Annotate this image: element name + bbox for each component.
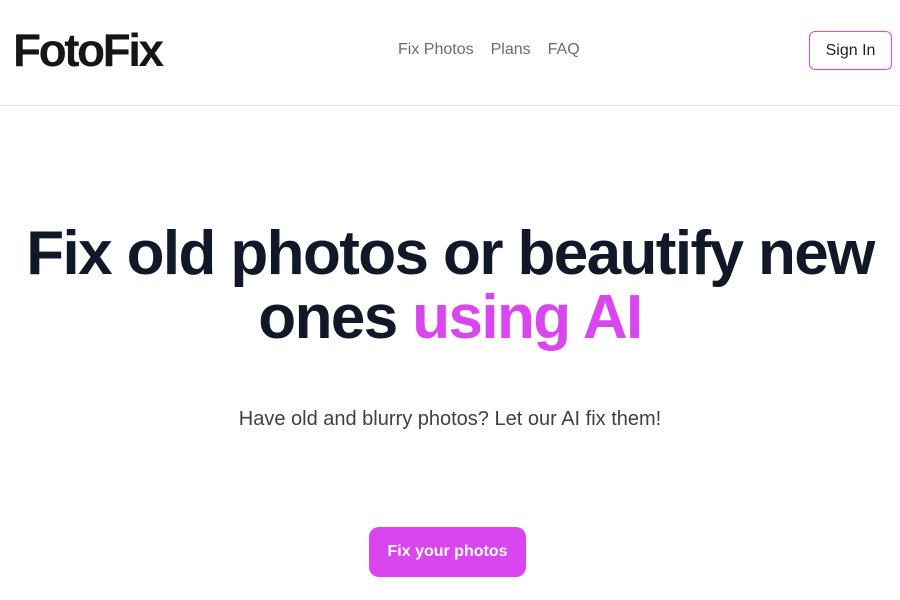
nav-link-fix-photos[interactable]: Fix Photos <box>398 40 474 60</box>
headline-accent-text: using AI <box>412 283 643 352</box>
main-nav: Fix Photos Plans FAQ <box>398 40 580 60</box>
site-header: FotoFix Fix Photos Plans FAQ Sign In <box>0 0 900 106</box>
fix-your-photos-button[interactable]: Fix your photos <box>369 527 526 577</box>
logo[interactable]: FotoFix <box>13 23 164 77</box>
nav-link-faq[interactable]: FAQ <box>548 40 580 60</box>
hero-subtitle: Have old and blurry photos? Let our AI f… <box>238 408 662 430</box>
hero-headline: Fix old photos or beautify new ones usin… <box>0 222 900 350</box>
sign-in-button[interactable]: Sign In <box>809 31 892 70</box>
nav-link-plans[interactable]: Plans <box>491 40 531 60</box>
landing-page: FotoFix Fix Photos Plans FAQ Sign In Fix… <box>0 0 900 600</box>
